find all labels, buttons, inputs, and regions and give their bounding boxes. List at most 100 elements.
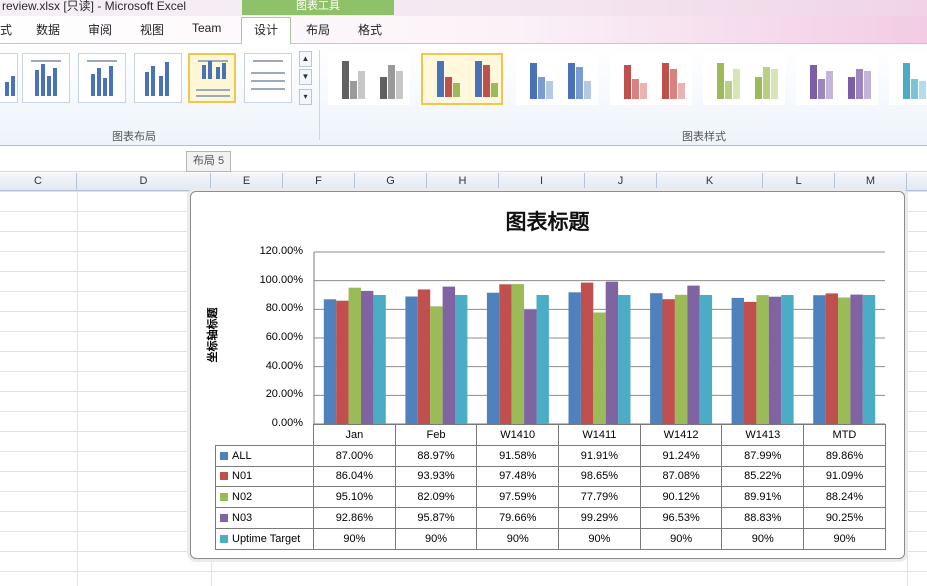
bar-n02[interactable] [511,284,525,424]
style-preview-bar [546,81,553,99]
chart-layout-option-2[interactable] [0,53,18,103]
bar-n02[interactable] [674,294,688,424]
bar-n01[interactable] [499,284,512,424]
data-value-cell: 95.87% [394,507,478,529]
y-tick-label: 20.00% [265,388,303,401]
x-category-label: W1413 [721,424,805,446]
bar-n01[interactable] [417,289,431,424]
tab-data[interactable]: 数据 [36,21,60,38]
bar-n03[interactable] [524,309,537,424]
column-header-h[interactable]: H [427,173,499,191]
bar-all[interactable] [486,292,500,424]
layout-tooltip: 布局 5 [186,151,231,172]
bar-all[interactable] [813,295,826,424]
chart-layout-option-selected[interactable] [188,53,236,103]
legend-entry[interactable]: N03 [215,507,314,529]
bar-n03[interactable] [605,281,619,424]
style-preview-bar [396,71,403,99]
chart-title[interactable]: 图表标题 [191,206,904,236]
bar-uptime-target[interactable] [699,295,713,424]
bar-n01[interactable] [336,300,349,424]
style-preview-bar [475,61,482,97]
bar-all[interactable] [650,293,663,424]
column-header-g[interactable]: G [355,173,427,191]
bar-all[interactable] [323,299,337,424]
bar-n03[interactable] [361,290,374,424]
tab-layout[interactable]: 布局 [306,21,330,38]
bar-uptime-target[interactable] [373,295,386,424]
layout-scroll-down-button[interactable]: ▼ [299,69,312,85]
column-header-c[interactable]: C [0,173,77,191]
legend-entry[interactable]: Uptime Target [215,527,314,550]
tab-design[interactable]: 设计 [241,17,291,45]
bar-uptime-target[interactable] [455,295,468,424]
column-header-k[interactable]: K [657,173,763,191]
column-header-d[interactable]: D [77,173,211,191]
bar-n02[interactable] [838,297,851,425]
column-header-j[interactable]: J [585,173,657,191]
bar-uptime-target[interactable] [862,295,876,424]
bar-n02[interactable] [430,306,443,424]
style-preview-bar [640,83,647,99]
data-value-cell: 82.09% [394,486,478,509]
bar-n01[interactable] [580,282,594,424]
bar-n03[interactable] [768,296,782,424]
tab-view[interactable]: 视图 [140,21,164,38]
legend-entry[interactable]: N01 [215,465,314,488]
style-preview-bar [342,61,349,99]
y-axis-title[interactable]: 坐标轴标题 [204,300,220,370]
bar-n02[interactable] [593,312,606,425]
column-header-l[interactable]: L [763,173,835,191]
x-category-label: W1412 [639,424,723,446]
data-value-cell: 90% [394,527,478,550]
bar-all[interactable] [405,296,418,425]
chart-layout-option-6[interactable] [244,53,292,103]
bar-n01[interactable] [744,301,757,424]
legend-entry[interactable]: N02 [215,486,314,509]
chart-style-option[interactable] [610,53,692,105]
column-header-i[interactable]: I [499,173,585,191]
tab-format[interactable]: 格式 [358,21,382,38]
style-preview-bar [678,83,685,99]
chart-layout-option-4[interactable] [78,53,126,103]
tab-team[interactable]: Team [192,21,221,35]
embedded-chart[interactable]: 图表标题 坐标轴标题 0.00% 20.00% 40.00% 60.00% 80.00%… [190,191,905,559]
bar-n03[interactable] [442,286,455,424]
bar-uptime-target[interactable] [781,295,794,424]
chart-style-option[interactable] [703,53,785,105]
chart-layout-option-5[interactable] [134,53,182,103]
bar-all[interactable] [568,292,581,424]
legend-entry[interactable]: ALL [215,444,314,467]
data-value-cell: 90.12% [639,486,723,509]
chart-style-option[interactable] [421,53,503,105]
bar-n03[interactable] [850,294,863,424]
title-bar: review.xlsx [只读] - Microsoft Excel [0,0,927,16]
bar-uptime-target[interactable] [536,295,549,424]
column-header-e[interactable]: E [211,173,283,191]
data-value-cell: 90% [639,527,723,550]
chart-style-option[interactable] [889,53,927,105]
data-table-row: ALL 87.00% 88.97% 91.58% 91.91% 91.24% 87.99% 8… [215,444,886,467]
bar-uptime-target[interactable] [618,295,631,424]
style-preview-bar [662,63,669,99]
layout-more-button[interactable]: ▾ [299,89,312,105]
bar-n01[interactable] [825,293,838,424]
bar-n03[interactable] [687,285,700,424]
bar-n02[interactable] [756,295,769,424]
bar-n02[interactable] [348,287,361,424]
tab-formulas[interactable]: 式 [0,21,12,38]
chart-style-option[interactable] [516,53,598,105]
column-header-m[interactable]: M [835,173,907,191]
chart-style-option[interactable] [328,53,410,105]
layout-scroll-up-button[interactable]: ▲ [299,51,312,67]
data-value-cell: 86.04% [313,465,396,488]
chart-layout-option-3[interactable] [22,53,70,103]
bar-all[interactable] [731,297,744,424]
chart-style-option[interactable] [796,53,878,105]
column-header-f[interactable]: F [283,173,355,191]
style-preview-bar [733,69,740,99]
data-value-cell: 97.48% [476,465,560,488]
bar-n01[interactable] [662,299,675,424]
tab-review[interactable]: 审阅 [88,21,112,38]
chart-data-table[interactable]: Jan Feb W1410 W1411 W1412 W1413 MTD ALL 87.00% 88… [215,424,886,550]
